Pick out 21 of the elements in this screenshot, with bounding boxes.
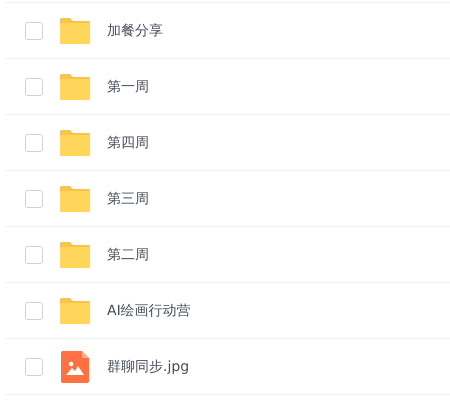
folder-icon <box>59 184 91 212</box>
file-name[interactable]: 第三周 <box>107 190 149 208</box>
checkbox[interactable] <box>25 22 43 40</box>
checkbox[interactable] <box>25 358 43 376</box>
checkbox[interactable] <box>25 190 43 208</box>
folder-icon <box>59 296 91 324</box>
folder-icon <box>59 16 91 44</box>
folder-icon <box>59 240 91 268</box>
checkbox[interactable] <box>25 246 43 264</box>
folder-icon <box>59 72 91 100</box>
file-name[interactable]: AI绘画行动营 <box>107 302 191 320</box>
checkbox[interactable] <box>25 78 43 96</box>
folder-icon <box>59 128 91 156</box>
file-name[interactable]: 第四周 <box>107 134 149 152</box>
checkbox[interactable] <box>25 302 43 320</box>
file-name[interactable]: 加餐分享 <box>107 22 163 40</box>
checkbox[interactable] <box>25 134 43 152</box>
file-name[interactable]: 群聊同步.jpg <box>107 358 190 376</box>
file-name[interactable]: 第一周 <box>107 78 149 96</box>
image-file-icon <box>61 350 89 382</box>
file-name[interactable]: 第二周 <box>107 246 149 264</box>
